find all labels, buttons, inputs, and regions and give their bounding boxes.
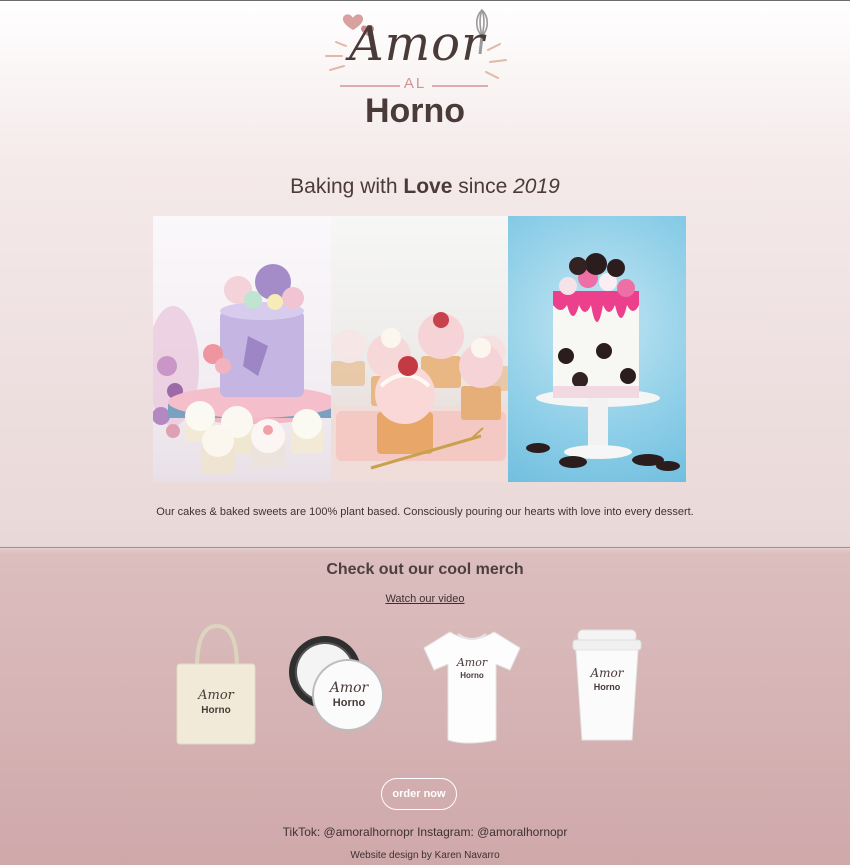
cupcakes-photo	[330, 216, 509, 482]
floral-lavender-cake-photo	[153, 216, 331, 482]
design-credit: Website design by Karen Navarro	[350, 850, 500, 861]
logo-word-al: AL	[403, 75, 427, 92]
logo-word-amor: Amor	[348, 16, 486, 72]
top-border	[0, 0, 850, 1]
merch-heading: Check out our cool merch	[326, 561, 524, 578]
t-shirt-icon	[423, 631, 521, 744]
merch-pin-button[interactable]: Amor Horno	[287, 620, 387, 750]
video-link-wrap: Watch our video	[0, 593, 850, 605]
brand-logo[interactable]: Amor AL Horno	[320, 4, 510, 132]
merch-logo-tshirt: Amor Horno	[456, 656, 488, 680]
tote-bag-icon	[176, 623, 256, 745]
merch-t-shirt[interactable]: Amor Horno	[420, 620, 524, 750]
logo-word-horno: Horno	[364, 92, 466, 130]
watch-video-link[interactable]: Watch our video	[385, 593, 464, 605]
cake-gallery	[153, 216, 687, 482]
hero-tagline: Baking with Love since 2019	[290, 175, 560, 198]
oreo-drip-cake-photo	[508, 216, 687, 482]
merch-logo-cup: Amor Horno	[590, 666, 624, 692]
merch-coffee-cup[interactable]: Amor Horno	[570, 620, 644, 750]
merch-logo-tote: Amor Horno	[198, 688, 234, 716]
about-text: Our cakes & baked sweets are 100% plant …	[156, 506, 694, 518]
social-handles: TikTok: @amoralhornopr Instagram: @amora…	[282, 825, 568, 839]
merch-tote-bag[interactable]: Amor Horno	[175, 620, 257, 750]
section-divider	[0, 547, 850, 548]
order-now-button[interactable]: order now	[381, 778, 457, 810]
merch-logo-pin: Amor Horno	[329, 680, 369, 709]
